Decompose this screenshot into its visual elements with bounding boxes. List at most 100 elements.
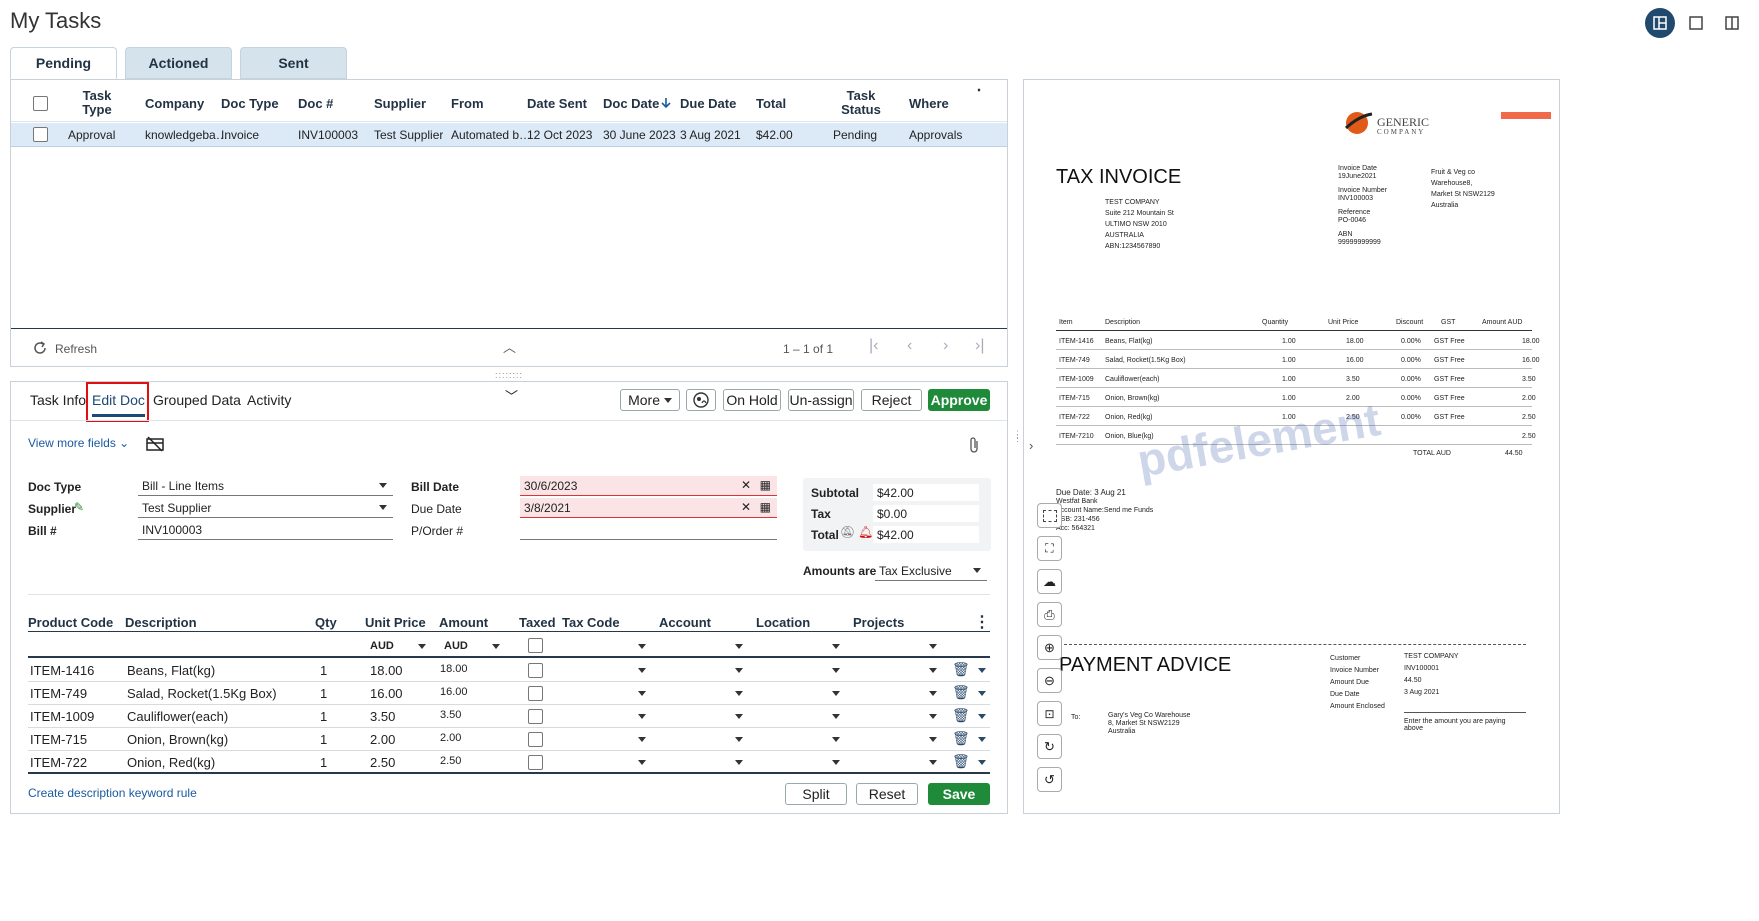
due-date-input[interactable]: 3/8/2021 ✕ ▦ — [520, 498, 777, 518]
porder-input[interactable] — [520, 520, 777, 540]
col-where[interactable]: Where — [909, 96, 949, 111]
tab-sent[interactable]: Sent — [240, 47, 347, 79]
refresh-icon[interactable] — [32, 340, 48, 356]
line-amount[interactable]: 3.50 — [440, 709, 461, 721]
reject-button[interactable]: Reject — [861, 389, 922, 411]
dropdown-arrow-icon[interactable] — [929, 691, 937, 696]
col-amount[interactable]: Amount — [439, 615, 488, 630]
single-view-button[interactable] — [1681, 8, 1711, 38]
taxed-checkbox[interactable] — [528, 755, 543, 770]
line-qty[interactable]: 1 — [320, 755, 327, 770]
download-button[interactable]: ☁︎ — [1037, 569, 1062, 594]
trash-icon[interactable]: 🗑︎ — [952, 730, 970, 747]
calendar-icon[interactable]: ▦ — [760, 500, 771, 514]
line-code[interactable]: ITEM-1416 — [30, 663, 94, 678]
more-button[interactable]: More — [620, 389, 680, 411]
on-hold-button[interactable]: On Hold — [723, 389, 781, 411]
line-amount[interactable]: 2.50 — [440, 755, 461, 767]
line-code[interactable]: ITEM-722 — [30, 755, 87, 770]
row-checkbox[interactable] — [33, 127, 48, 142]
dropdown-arrow-icon[interactable] — [832, 737, 840, 742]
line-code[interactable]: ITEM-749 — [30, 686, 87, 701]
amount-currency[interactable]: AUD — [444, 640, 468, 652]
dropdown-arrow-icon[interactable] — [638, 714, 646, 719]
line-description[interactable]: Salad, Rocket(1.5Kg Box) — [127, 686, 277, 701]
refresh-button[interactable]: Refresh — [55, 342, 97, 356]
dropdown-arrow-icon[interactable] — [735, 760, 743, 765]
col-task-status[interactable]: Task Status — [841, 89, 881, 117]
expand-row-icon[interactable] — [978, 737, 986, 742]
tab-actioned[interactable]: Actioned — [125, 47, 232, 79]
bell-off-icon[interactable]: 🔕︎ — [840, 525, 855, 539]
line-amount[interactable]: 16.00 — [440, 686, 468, 698]
taxed-all-checkbox[interactable] — [528, 638, 543, 653]
line-amount[interactable]: 18.00 — [440, 663, 468, 675]
dropdown-arrow-icon[interactable] — [832, 668, 840, 673]
keyword-rule-link[interactable]: Create description keyword rule — [28, 786, 197, 800]
bill-no-input[interactable]: INV100003 — [138, 520, 393, 540]
trash-icon[interactable]: 🗑︎ — [952, 753, 970, 770]
lines-menu-icon[interactable]: ⋮ — [974, 612, 990, 632]
dropdown-arrow-icon[interactable] — [492, 644, 500, 649]
col-taxed[interactable]: Taxed — [519, 615, 556, 630]
save-button[interactable]: Save — [928, 783, 990, 805]
taxed-checkbox[interactable] — [528, 709, 543, 724]
alert-bell-icon[interactable]: 🔔︎ — [858, 525, 873, 539]
clear-icon[interactable]: ✕ — [741, 500, 751, 514]
col-projects[interactable]: Projects — [853, 615, 904, 630]
taxed-checkbox[interactable] — [528, 732, 543, 747]
doc-type-select[interactable]: Bill - Line Items — [138, 476, 393, 496]
reset-button[interactable]: Reset — [856, 783, 918, 805]
dropdown-arrow-icon[interactable] — [638, 760, 646, 765]
dropdown-arrow-icon[interactable] — [735, 668, 743, 673]
col-description[interactable]: Description — [125, 615, 197, 630]
zoom-out-button[interactable]: ⊖ — [1037, 668, 1062, 693]
col-supplier[interactable]: Supplier — [374, 96, 426, 111]
trash-icon[interactable]: 🗑︎ — [952, 661, 970, 678]
line-item-row[interactable]: ITEM-1416 Beans, Flat(kg) 1 18.00 18.00 🗑︎ — [28, 659, 990, 682]
col-unit-price[interactable]: Unit Price — [365, 615, 426, 630]
dropdown-arrow-icon[interactable] — [929, 644, 937, 649]
expand-row-icon[interactable] — [978, 714, 986, 719]
dropdown-arrow-icon[interactable] — [735, 737, 743, 742]
dropdown-arrow-icon[interactable] — [638, 668, 646, 673]
split-view-button[interactable] — [1645, 8, 1675, 38]
dropdown-arrow-icon[interactable] — [418, 644, 426, 649]
line-description[interactable]: Cauliflower(each) — [127, 709, 228, 724]
edit-pencil-icon[interactable]: ✎ — [74, 500, 84, 514]
resize-handle-icon[interactable]: :::::::: — [495, 370, 523, 380]
collapse-down-icon[interactable]: ﹀ — [505, 386, 518, 405]
columns-view-button[interactable] — [1717, 8, 1747, 38]
dropdown-arrow-icon[interactable] — [832, 714, 840, 719]
line-item-row[interactable]: ITEM-749 Salad, Rocket(1.5Kg Box) 1 16.00 16… — [28, 682, 990, 705]
dropdown-arrow-icon[interactable] — [638, 691, 646, 696]
grid-menu-icon[interactable]: ⋮ — [971, 88, 987, 93]
rotate-left-button[interactable]: ↺ — [1037, 767, 1062, 792]
line-item-row[interactable]: ITEM-722 Onion, Red(kg) 1 2.50 2.50 🗑︎ — [28, 751, 990, 774]
line-item-row[interactable]: ITEM-1009 Cauliflower(each) 1 3.50 3.50 🗑︎ — [28, 705, 990, 728]
table-row[interactable]: Approval knowledgeba… Invoice INV100003 … — [11, 123, 1007, 147]
dropdown-arrow-icon[interactable] — [929, 737, 937, 742]
col-account[interactable]: Account — [659, 615, 711, 630]
col-product-code[interactable]: Product Code — [28, 615, 113, 630]
col-location[interactable]: Location — [756, 615, 810, 630]
prev-page-icon[interactable]: ‹ — [907, 337, 912, 355]
col-total[interactable]: Total — [756, 96, 786, 111]
col-doc-type[interactable]: Doc Type — [221, 96, 279, 111]
expand-row-icon[interactable] — [978, 691, 986, 696]
clear-icon[interactable]: ✕ — [741, 478, 751, 492]
line-code[interactable]: ITEM-1009 — [30, 709, 94, 724]
line-code[interactable]: ITEM-715 — [30, 732, 87, 747]
dropdown-arrow-icon[interactable] — [929, 668, 937, 673]
bill-date-input[interactable]: 30/6/2023 ✕ ▦ — [520, 476, 777, 496]
dropdown-arrow-icon[interactable] — [638, 737, 646, 742]
split-button[interactable]: Split — [785, 783, 847, 805]
unassign-button[interactable]: Un-assign — [788, 389, 854, 411]
trash-icon[interactable]: 🗑︎ — [952, 684, 970, 701]
dropdown-arrow-icon[interactable] — [832, 644, 840, 649]
tab-activity[interactable]: Activity — [247, 392, 291, 408]
collapse-up-icon[interactable]: ︿ — [503, 337, 516, 356]
line-description[interactable]: Onion, Brown(kg) — [127, 732, 228, 747]
col-from[interactable]: From — [451, 96, 484, 111]
supplier-select[interactable]: Test Supplier — [138, 498, 393, 518]
